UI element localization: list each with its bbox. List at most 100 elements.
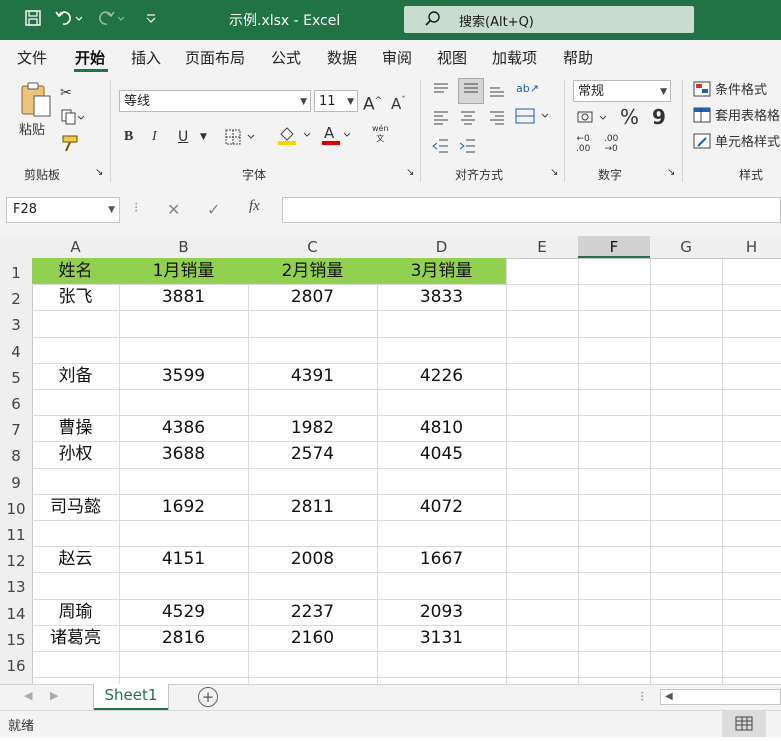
scroll-left-icon[interactable]: ◀ xyxy=(24,689,32,702)
align-right-icon[interactable] xyxy=(487,108,507,133)
dialog-launcher-icon[interactable]: ↘ xyxy=(667,166,675,180)
accounting-format-icon[interactable] xyxy=(576,108,612,135)
align-middle-icon[interactable] xyxy=(458,78,484,104)
table-cell[interactable]: 4529 xyxy=(119,599,248,625)
table-cell[interactable]: 2093 xyxy=(377,599,506,625)
table-cell[interactable]: 2160 xyxy=(248,625,377,651)
row-header-2[interactable]: 2 xyxy=(0,284,32,311)
row-header-16[interactable]: 16 xyxy=(0,651,32,678)
bold-button[interactable]: B xyxy=(124,126,133,148)
row-header-7[interactable]: 7 xyxy=(0,415,32,442)
tab-addins[interactable]: 加载项 xyxy=(492,47,537,68)
table-cell[interactable]: 2807 xyxy=(248,284,377,310)
row-header-9[interactable]: 9 xyxy=(0,467,32,494)
cell-styles-button[interactable]: 单元格样式 xyxy=(715,132,780,154)
column-header-g[interactable]: G xyxy=(650,236,722,258)
conditional-format-button[interactable]: 条件格式 xyxy=(715,80,767,102)
font-name-select[interactable]: 等线 ▼ xyxy=(119,90,311,112)
column-header-c[interactable]: C xyxy=(248,236,377,258)
orientation-icon[interactable]: ab↗ xyxy=(516,78,539,100)
table-cell[interactable]: 3131 xyxy=(377,625,506,651)
format-as-table-button[interactable]: 套用表格格 xyxy=(715,106,780,128)
column-header-b[interactable]: B xyxy=(119,236,248,258)
tab-file[interactable]: 文件 xyxy=(17,47,47,68)
table-cell[interactable]: 4045 xyxy=(377,441,506,467)
dialog-launcher-icon[interactable]: ↘ xyxy=(406,166,414,180)
italic-button[interactable]: I xyxy=(152,126,157,148)
row-header-13[interactable]: 13 xyxy=(0,572,32,599)
table-cell[interactable]: 2008 xyxy=(248,546,377,572)
table-cell[interactable]: 2816 xyxy=(119,625,248,651)
grow-font-button[interactable]: A^ xyxy=(363,90,382,116)
add-sheet-button[interactable]: + xyxy=(198,687,218,707)
table-cell[interactable]: 4386 xyxy=(119,415,248,441)
row-header-8[interactable]: 8 xyxy=(0,441,32,468)
redo-icon[interactable] xyxy=(96,9,126,29)
tab-help[interactable]: 帮助 xyxy=(563,47,593,68)
dialog-launcher-icon[interactable]: ↘ xyxy=(95,166,103,180)
table-cell[interactable]: 1982 xyxy=(248,415,377,441)
comma-style-button[interactable]: 9 xyxy=(652,106,666,128)
table-cell[interactable]: 1692 xyxy=(119,494,248,520)
scroll-right-icon[interactable]: ▶ xyxy=(50,689,58,702)
table-cell[interactable]: 赵云 xyxy=(32,546,119,572)
copy-icon[interactable] xyxy=(60,108,85,133)
drag-handle-icon[interactable]: ⁝ xyxy=(134,200,138,216)
table-cell[interactable]: 4810 xyxy=(377,415,506,441)
dialog-launcher-icon[interactable]: ↘ xyxy=(550,166,558,180)
row-header-17[interactable]: 17 xyxy=(0,677,32,684)
cancel-icon[interactable]: ✕ xyxy=(167,200,180,219)
align-center-icon[interactable] xyxy=(458,108,478,133)
insert-function-icon[interactable]: fx xyxy=(249,198,260,215)
percent-style-button[interactable]: % xyxy=(620,106,639,128)
name-box[interactable]: F28 ▼ xyxy=(6,197,120,223)
underline-button[interactable]: U xyxy=(178,126,188,148)
tab-review[interactable]: 审阅 xyxy=(382,47,412,68)
sheet-tab-sheet1[interactable]: Sheet1 xyxy=(94,684,168,710)
column-header-h[interactable]: H xyxy=(722,236,781,258)
column-header-e[interactable]: E xyxy=(506,236,578,258)
row-header-6[interactable]: 6 xyxy=(0,389,32,416)
table-cell[interactable]: 1667 xyxy=(377,546,506,572)
table-cell[interactable]: 3833 xyxy=(377,284,506,310)
number-format-select[interactable]: 常规 ▼ xyxy=(573,80,671,102)
row-header-10[interactable]: 10 xyxy=(0,493,32,520)
scroll-left-icon[interactable]: ◀ xyxy=(665,690,673,704)
table-header-cell[interactable]: 3月销量 xyxy=(377,258,506,285)
table-header-cell[interactable]: 2月销量 xyxy=(248,258,377,285)
table-cell[interactable]: 3599 xyxy=(119,363,248,389)
tab-data[interactable]: 数据 xyxy=(327,47,357,68)
tab-page-layout[interactable]: 页面布局 xyxy=(185,47,245,68)
tab-insert[interactable]: 插入 xyxy=(131,47,161,68)
tab-home[interactable]: 开始 xyxy=(75,47,105,68)
decrease-indent-icon[interactable] xyxy=(431,136,451,161)
tab-view[interactable]: 视图 xyxy=(437,47,467,68)
column-header-a[interactable]: A xyxy=(32,236,119,258)
table-cell[interactable]: 司马懿 xyxy=(32,494,119,520)
table-cell[interactable]: 4072 xyxy=(377,494,506,520)
normal-view-button[interactable] xyxy=(722,711,766,737)
table-header-cell[interactable]: 姓名 xyxy=(32,258,119,285)
column-header-f[interactable]: F xyxy=(578,236,650,258)
table-cell[interactable]: 2574 xyxy=(248,441,377,467)
align-bottom-icon[interactable] xyxy=(487,82,507,107)
row-header-12[interactable]: 12 xyxy=(0,546,32,573)
table-cell[interactable]: 3688 xyxy=(119,441,248,467)
row-header-4[interactable]: 4 xyxy=(0,336,32,363)
spreadsheet-grid[interactable]: ABCDEFGH1234567891011121314151617姓名1月销量2… xyxy=(0,236,781,684)
row-header-11[interactable]: 11 xyxy=(0,520,32,547)
table-cell[interactable]: 3881 xyxy=(119,284,248,310)
table-cell[interactable]: 周瑜 xyxy=(32,599,119,625)
borders-icon[interactable] xyxy=(224,128,258,153)
table-cell[interactable]: 诸葛亮 xyxy=(32,625,119,651)
row-header-15[interactable]: 15 xyxy=(0,624,32,651)
row-header-5[interactable]: 5 xyxy=(0,362,32,389)
fill-color-icon[interactable] xyxy=(276,124,314,153)
phonetic-icon[interactable]: wén 文 xyxy=(372,124,389,144)
table-cell[interactable]: 4391 xyxy=(248,363,377,389)
font-color-icon[interactable]: A xyxy=(320,124,354,153)
undo-icon[interactable] xyxy=(54,9,84,29)
row-header-1[interactable]: 1 xyxy=(0,258,32,285)
drag-handle-icon[interactable]: ⁝ xyxy=(640,689,644,705)
customize-icon[interactable] xyxy=(141,9,161,29)
